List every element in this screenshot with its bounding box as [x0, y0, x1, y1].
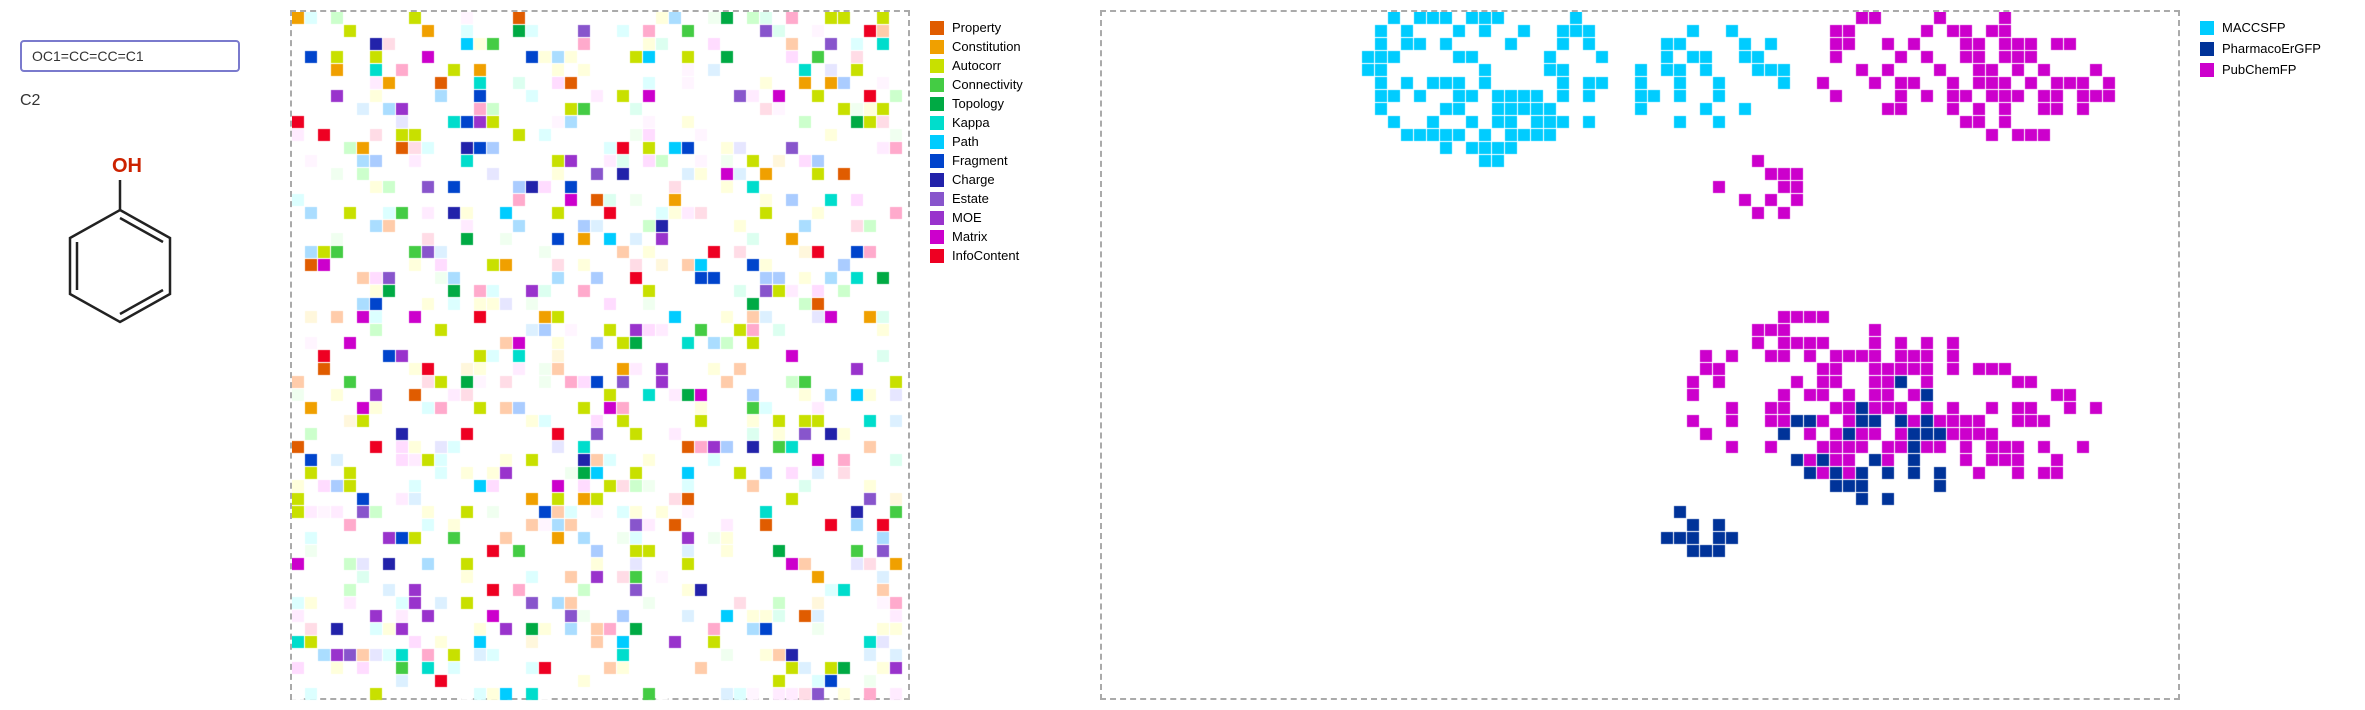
- right-legend-item-pharmacoergfp: PharmacoErGFP: [2200, 41, 2350, 56]
- legend-panel: Property Constitution Autocorr Connectivity…: [920, 10, 1090, 350]
- right-legend-item-maccsfp: MACCSFP: [2200, 20, 2350, 35]
- right-legend-swatch: [2200, 63, 2214, 77]
- legend-swatch: [930, 211, 944, 225]
- mol-label: C2: [20, 92, 40, 110]
- legend-item-infocontent: InfoContent: [930, 248, 1080, 263]
- legend-swatch: [930, 249, 944, 263]
- right-canvas: [1102, 12, 2182, 702]
- legend-swatch: [930, 40, 944, 54]
- legend-swatch: [930, 59, 944, 73]
- legend-swatch: [930, 21, 944, 35]
- right-legend-panel: MACCSFP PharmacoErGFP PubChemFP: [2190, 10, 2360, 130]
- smiles-input[interactable]: [20, 40, 240, 72]
- legend-label: Kappa: [952, 115, 990, 130]
- legend-label: Charge: [952, 172, 995, 187]
- legend-item-connectivity: Connectivity: [930, 77, 1080, 92]
- legend-label: Fragment: [952, 153, 1008, 168]
- legend-item-autocorr: Autocorr: [930, 58, 1080, 73]
- legend-label: Constitution: [952, 39, 1021, 54]
- legend-item-matrix: Matrix: [930, 229, 1080, 244]
- legend-label: Matrix: [952, 229, 987, 244]
- right-chart: [1100, 10, 2180, 700]
- legend-item-moe: MOE: [930, 210, 1080, 225]
- left-panel: C2 OH: [0, 0, 280, 710]
- right-legend-swatch: [2200, 42, 2214, 56]
- legend-item-path: Path: [930, 134, 1080, 149]
- molecule-area: OH: [20, 150, 220, 375]
- legend-swatch: [930, 192, 944, 206]
- legend-label: Connectivity: [952, 77, 1023, 92]
- legend-label: Autocorr: [952, 58, 1001, 73]
- legend-label: Estate: [952, 191, 989, 206]
- middle-chart: [290, 10, 910, 700]
- legend-swatch: [930, 78, 944, 92]
- right-legend-label: PubChemFP: [2222, 62, 2296, 77]
- legend-swatch: [930, 116, 944, 130]
- legend-item-estate: Estate: [930, 191, 1080, 206]
- legend-label: InfoContent: [952, 248, 1019, 263]
- legend-item-fragment: Fragment: [930, 153, 1080, 168]
- legend-label: Property: [952, 20, 1001, 35]
- svg-text:OH: OH: [112, 155, 142, 177]
- legend-item-topology: Topology: [930, 96, 1080, 111]
- middle-canvas: [292, 12, 912, 702]
- legend-item-charge: Charge: [930, 172, 1080, 187]
- legend-item-constitution: Constitution: [930, 39, 1080, 54]
- right-legend-item-pubchemfp: PubChemFP: [2200, 62, 2350, 77]
- right-legend-swatch: [2200, 21, 2214, 35]
- legend-swatch: [930, 230, 944, 244]
- legend-label: Path: [952, 134, 979, 149]
- legend-label: Topology: [952, 96, 1004, 111]
- legend-swatch: [930, 135, 944, 149]
- legend-swatch: [930, 173, 944, 187]
- legend-item-kappa: Kappa: [930, 115, 1080, 130]
- legend-item-property: Property: [930, 20, 1080, 35]
- legend-swatch: [930, 97, 944, 111]
- right-legend-label: PharmacoErGFP: [2222, 41, 2321, 56]
- right-legend-label: MACCSFP: [2222, 20, 2286, 35]
- legend-swatch: [930, 154, 944, 168]
- legend-label: MOE: [952, 210, 982, 225]
